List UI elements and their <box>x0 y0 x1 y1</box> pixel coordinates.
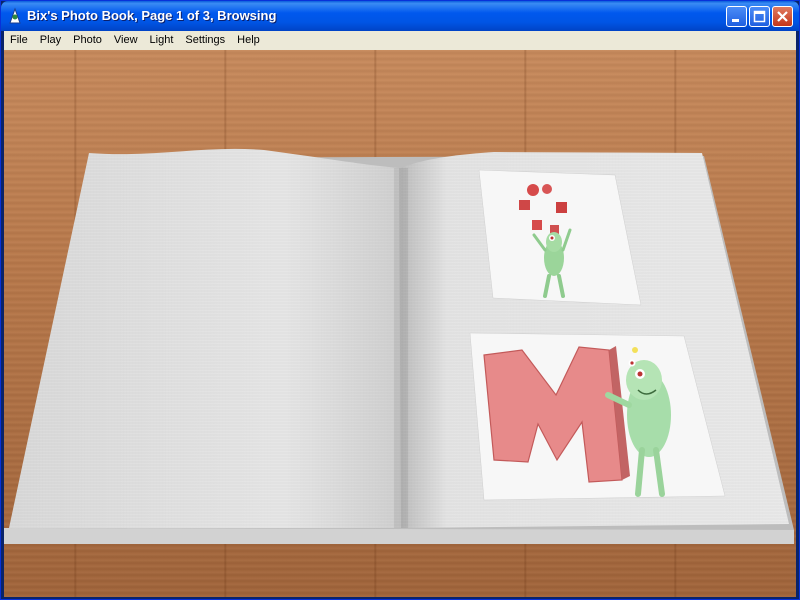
window-title: Bix's Photo Book, Page 1 of 3, Browsing <box>27 8 277 23</box>
minimize-icon <box>732 19 739 22</box>
photo-book[interactable] <box>4 50 796 597</box>
letter-ball <box>527 184 539 196</box>
letter-ball <box>519 200 530 210</box>
menu-file[interactable]: File <box>4 31 34 50</box>
book-spine <box>394 168 408 528</box>
book-edge <box>4 528 794 544</box>
menu-photo[interactable]: Photo <box>67 31 108 50</box>
window-controls <box>726 6 793 27</box>
menu-help[interactable]: Help <box>231 31 266 50</box>
left-page-texture <box>9 148 401 528</box>
menu-view[interactable]: View <box>108 31 144 50</box>
menu-play[interactable]: Play <box>34 31 67 50</box>
close-button[interactable] <box>772 6 793 27</box>
menu-settings[interactable]: Settings <box>179 31 231 50</box>
photo-juggling[interactable] <box>478 169 642 306</box>
title-bar[interactable]: Bix's Photo Book, Page 1 of 3, Browsing <box>1 1 799 31</box>
character-head <box>546 232 562 252</box>
menu-light[interactable]: Light <box>144 31 180 50</box>
maximize-icon <box>753 10 766 23</box>
photo-letter-m[interactable] <box>469 332 726 501</box>
menu-bar: File Play Photo View Light Settings Help <box>4 31 796 50</box>
close-icon <box>777 11 788 22</box>
letter-ball <box>542 184 552 194</box>
book-viewport[interactable] <box>4 50 796 597</box>
app-window: Bix's Photo Book, Page 1 of 3, Browsing … <box>0 0 800 600</box>
letter-ball <box>532 220 542 230</box>
minimize-button[interactable] <box>726 6 747 27</box>
letter-ball <box>556 202 567 213</box>
character-antenna <box>632 347 638 353</box>
maximize-button[interactable] <box>749 6 770 27</box>
app-icon <box>7 7 23 25</box>
